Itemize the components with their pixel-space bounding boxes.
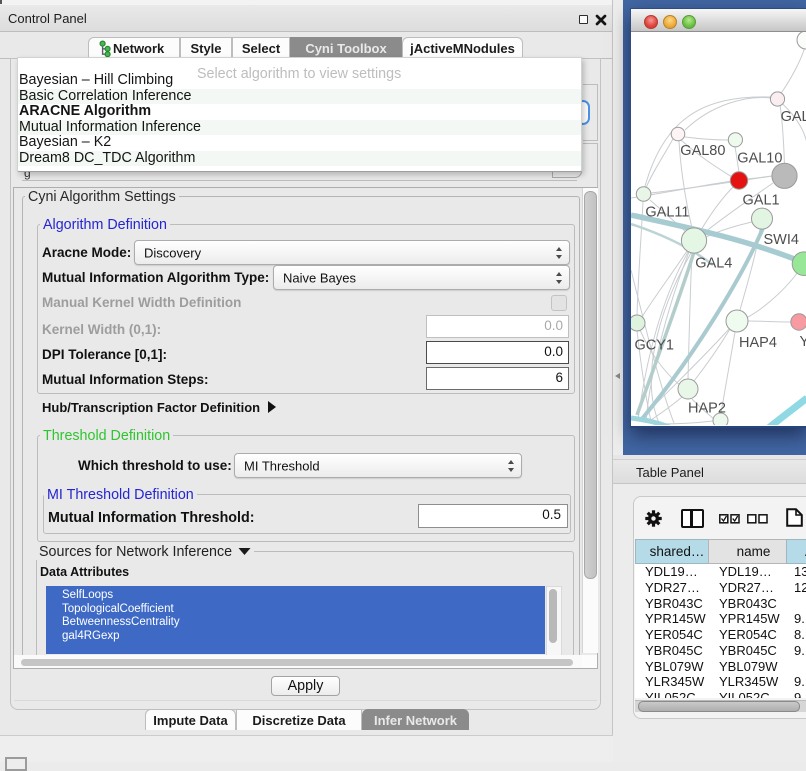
svg-text:GAL10: GAL10 bbox=[737, 151, 782, 167]
svg-text:HAP4: HAP4 bbox=[739, 335, 777, 351]
svg-text:GAL80: GAL80 bbox=[680, 143, 725, 159]
svg-text:HAP2: HAP2 bbox=[688, 401, 726, 417]
svg-text:GAL: GAL bbox=[781, 109, 806, 125]
svg-text:GAL11: GAL11 bbox=[645, 205, 689, 221]
svg-text:GAL4: GAL4 bbox=[695, 256, 732, 272]
svg-text:GAL1: GAL1 bbox=[743, 193, 780, 209]
svg-text:SWI4: SWI4 bbox=[764, 232, 799, 248]
svg-text:Y: Y bbox=[800, 334, 806, 350]
svg-text:GCY1: GCY1 bbox=[635, 338, 675, 354]
